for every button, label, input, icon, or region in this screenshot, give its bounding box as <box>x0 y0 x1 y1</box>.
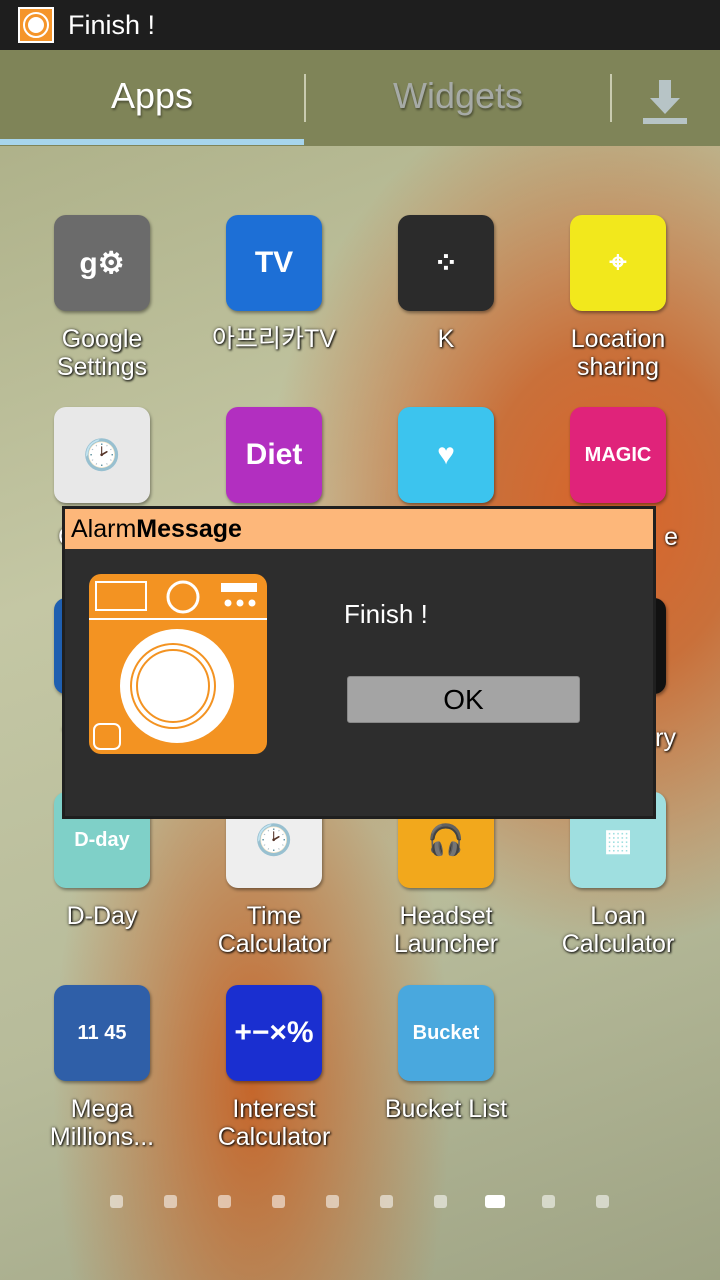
page-dot[interactable] <box>485 1195 505 1208</box>
dialog-message: Finish ! <box>344 599 428 629</box>
download-icon[interactable] <box>640 78 690 128</box>
drawer-tabs: Apps Widgets <box>0 50 720 146</box>
app-label: K <box>437 325 455 353</box>
tab-apps[interactable]: Apps <box>0 50 304 142</box>
ok-button[interactable]: OK <box>347 676 580 723</box>
app-mega-millions-[interactable]: 11 45 Mega Millions... <box>16 985 188 1151</box>
dialog-title-bold: Message <box>136 515 242 543</box>
page-dot[interactable] <box>272 1195 285 1208</box>
divider <box>610 74 612 122</box>
app-label: D-Day <box>66 902 138 930</box>
app-icon: TV <box>226 215 322 311</box>
page-dot[interactable] <box>596 1195 609 1208</box>
app-icon: 🕑 <box>54 407 150 503</box>
app-k[interactable]: ⁘ K <box>360 215 532 353</box>
app-interest-calculator[interactable]: +−×% Interest Calculator <box>188 985 360 1151</box>
app-label: 아프리카TV <box>212 325 336 353</box>
app-icon: Bucket <box>398 985 494 1081</box>
page-dot[interactable] <box>110 1195 123 1208</box>
notification-bar: Finish ! <box>0 0 720 50</box>
app-icon: 11 45 <box>54 985 150 1081</box>
page-dot[interactable] <box>434 1195 447 1208</box>
app-label: Mega Millions... <box>49 1095 155 1151</box>
app-icon: ⁘ <box>398 215 494 311</box>
app-label: Google Settings <box>56 325 148 381</box>
app-google-settings[interactable]: g⚙ Google Settings <box>16 215 188 381</box>
dialog-title: AlarmMessage <box>65 509 653 549</box>
active-tab-indicator <box>0 139 304 145</box>
app-label: Bucket List <box>384 1095 508 1123</box>
washing-machine-icon <box>89 574 267 754</box>
page-dot[interactable] <box>164 1195 177 1208</box>
page-dot[interactable] <box>380 1195 393 1208</box>
page-dot[interactable] <box>218 1195 231 1208</box>
washing-machine-icon <box>18 7 54 43</box>
app-icon: ⌖ <box>570 215 666 311</box>
alarm-dialog: AlarmMessage Finish ! OK <box>62 506 656 819</box>
app-label: Loan Calculator <box>561 902 675 958</box>
app-label: Headset Launcher <box>393 902 499 958</box>
page-dot[interactable] <box>542 1195 555 1208</box>
page-dot[interactable] <box>326 1195 339 1208</box>
app-label: Location sharing <box>570 325 666 381</box>
app-icon: MAGIC <box>570 407 666 503</box>
tab-widgets[interactable]: Widgets <box>306 50 610 142</box>
app-아프리카tv[interactable]: TV 아프리카TV <box>188 215 360 353</box>
app-bucket-list[interactable]: Bucket Bucket List <box>360 985 532 1123</box>
notification-title: Finish ! <box>68 9 156 40</box>
app-label: Time Calculator <box>217 902 331 958</box>
app-icon: ♥ <box>398 407 494 503</box>
dialog-title-light: Alarm <box>71 515 137 543</box>
app-label: Interest Calculator <box>217 1095 331 1151</box>
app-icon: +−×% <box>226 985 322 1081</box>
app-location-sharing[interactable]: ⌖ Location sharing <box>532 215 704 381</box>
app-icon: Diet <box>226 407 322 503</box>
app-icon: g⚙ <box>54 215 150 311</box>
